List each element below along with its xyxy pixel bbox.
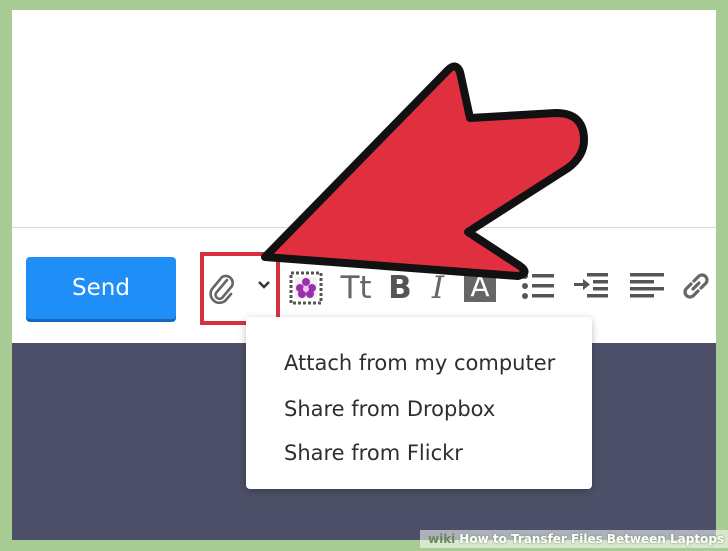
email-compose-window: Send Tt B I A Attach from my computer Sh… <box>12 10 716 540</box>
caption-title: How to Transfer Files Between Laptops <box>459 532 725 546</box>
bold-icon[interactable]: B <box>384 268 416 308</box>
italic-icon[interactable]: I <box>424 268 452 308</box>
menu-item-attach-from-computer[interactable]: Attach from my computer <box>284 351 555 375</box>
menu-item-share-from-flickr[interactable]: Share from Flickr <box>284 441 463 465</box>
message-body[interactable] <box>12 10 716 228</box>
link-icon[interactable] <box>678 268 714 304</box>
text-color-icon[interactable]: A <box>464 270 496 303</box>
stationery-icon[interactable] <box>288 269 324 307</box>
menu-item-share-from-dropbox[interactable]: Share from Dropbox <box>284 397 495 421</box>
indent-icon[interactable] <box>572 270 610 302</box>
caption-bar: wiki How to Transfer Files Between Lapto… <box>420 530 728 548</box>
attach-highlight-box <box>200 252 280 325</box>
bullet-list-icon[interactable] <box>520 270 556 302</box>
text-size-icon[interactable]: Tt <box>336 268 376 308</box>
send-button[interactable]: Send <box>26 257 176 319</box>
caption-brand: wiki <box>428 532 456 546</box>
attach-dropdown-menu: Attach from my computer Share from Dropb… <box>246 317 592 489</box>
align-left-icon[interactable] <box>628 270 666 302</box>
